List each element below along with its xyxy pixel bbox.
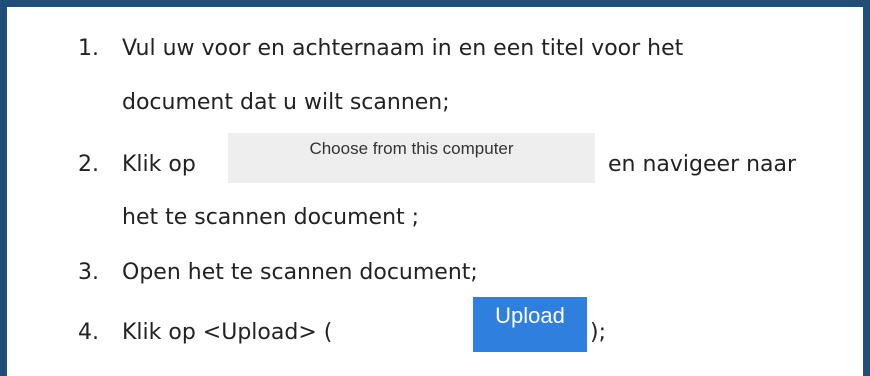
step-3-line-1: Open het te scannen document; xyxy=(122,260,478,285)
step-2-line-2: het te scannen document ; xyxy=(122,205,420,230)
instruction-panel: 1. Vul uw voor en achternaam in en een t… xyxy=(0,0,870,376)
upload-button[interactable]: Upload xyxy=(473,297,587,352)
step-1-line-1: Vul uw voor en achternaam in en een tite… xyxy=(122,36,684,61)
step-4-number: 4. xyxy=(78,320,99,345)
step-2-text-after: en navigeer naar xyxy=(608,152,797,177)
step-1-number: 1. xyxy=(78,36,99,61)
step-4-text-before: Klik op <Upload> ( xyxy=(122,320,333,345)
step-3-number: 3. xyxy=(78,260,99,285)
step-4-text-after: ); xyxy=(590,320,606,345)
step-1-line-2: document dat u wilt scannen; xyxy=(122,90,450,115)
step-2-number: 2. xyxy=(78,152,99,177)
step-2-text-before: Klik op xyxy=(122,152,196,177)
instruction-list: 1. Vul uw voor en achternaam in en een t… xyxy=(0,0,870,376)
choose-from-computer-button[interactable]: Choose from this computer xyxy=(228,133,595,183)
